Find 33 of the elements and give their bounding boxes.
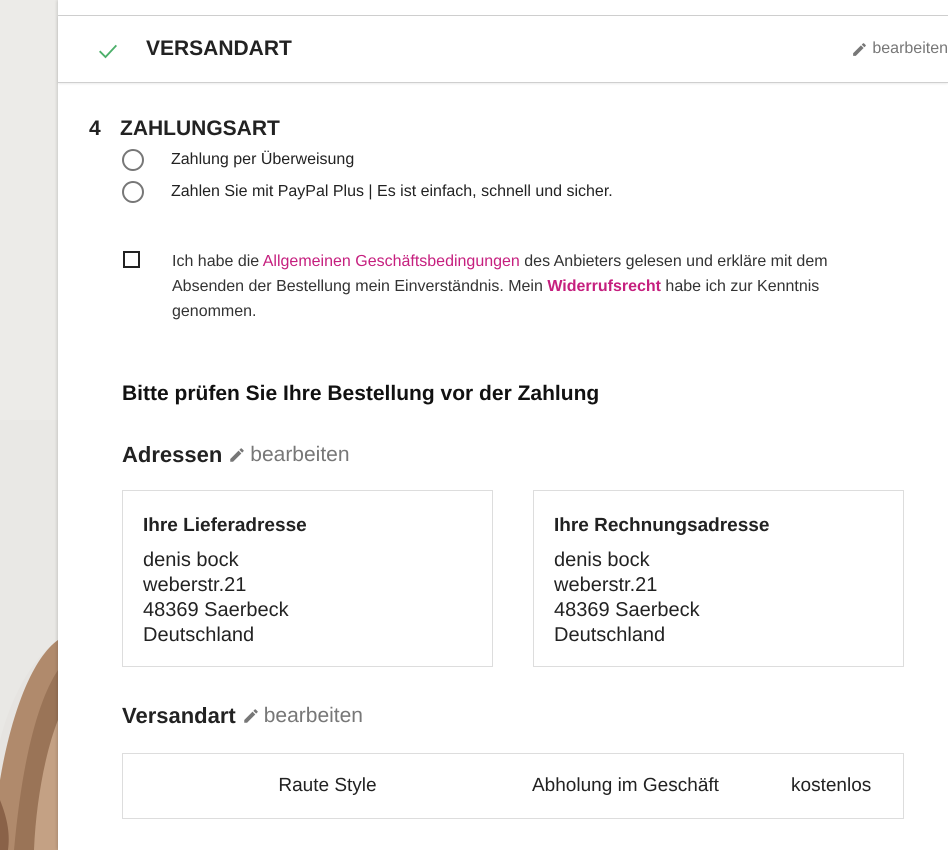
edit-link[interactable]: bearbeiten (851, 40, 948, 58)
card-title: Ihre Rechnungsadresse (554, 514, 770, 538)
pencil-icon (851, 40, 868, 58)
table-cell-text: Raute Style (277, 775, 378, 797)
table-cell-text: Abholung im Geschäft (532, 775, 720, 797)
address-line: weberstr.21 (143, 573, 248, 598)
terms-link[interactable]: Allgemeinen Geschäftsbedingungen (262, 253, 520, 270)
edit-link[interactable]: bearbeiten (228, 443, 350, 467)
section-title: Versandart (122, 703, 236, 729)
address-line: Deutschland (143, 623, 256, 648)
address-line: 48369 Saerbeck (143, 598, 290, 623)
withdrawal-link[interactable]: Widerrufsrecht (547, 278, 661, 295)
checkbox[interactable] (123, 251, 140, 268)
step-title: ZAHLUNGSART (120, 117, 280, 141)
radio-button[interactable] (122, 181, 144, 203)
section-title: Adressen (122, 442, 222, 468)
address-line: denis bock (554, 548, 651, 573)
pencil-icon (228, 446, 246, 464)
pencil-icon (242, 707, 260, 725)
radio-button[interactable] (122, 149, 144, 171)
address-line: 48369 Saerbeck (554, 598, 701, 623)
card-title: Ihre Lieferadresse (143, 514, 308, 538)
address-line: Deutschland (554, 623, 666, 648)
step-number: 4 (89, 117, 102, 141)
review-heading: Bitte prüfen Sie Ihre Bestellung vor der Zahlung (122, 382, 600, 406)
edit-link[interactable]: bearbeiten (242, 704, 363, 728)
terms-text: Ich habe die Allgemeinen Geschäftsbedingungen des Anbieters gelesen und erkläre mit dem Absenden der Bestellung mein Einverständnis. Mein Widerrufsrecht habe ich zur Kenntnis genommen. (172, 252, 829, 322)
address-line: weberstr.21 (554, 573, 658, 598)
option-label: Zahlung per Überweisung (171, 151, 354, 169)
step-title: VERSANDART (146, 37, 292, 61)
table-cell: kostenlos (791, 775, 872, 797)
address-line: denis bock (143, 548, 240, 573)
option-label: Zahlen Sie mit PayPal Plus | Es ist einfach, schnell und sicher. (171, 183, 613, 201)
